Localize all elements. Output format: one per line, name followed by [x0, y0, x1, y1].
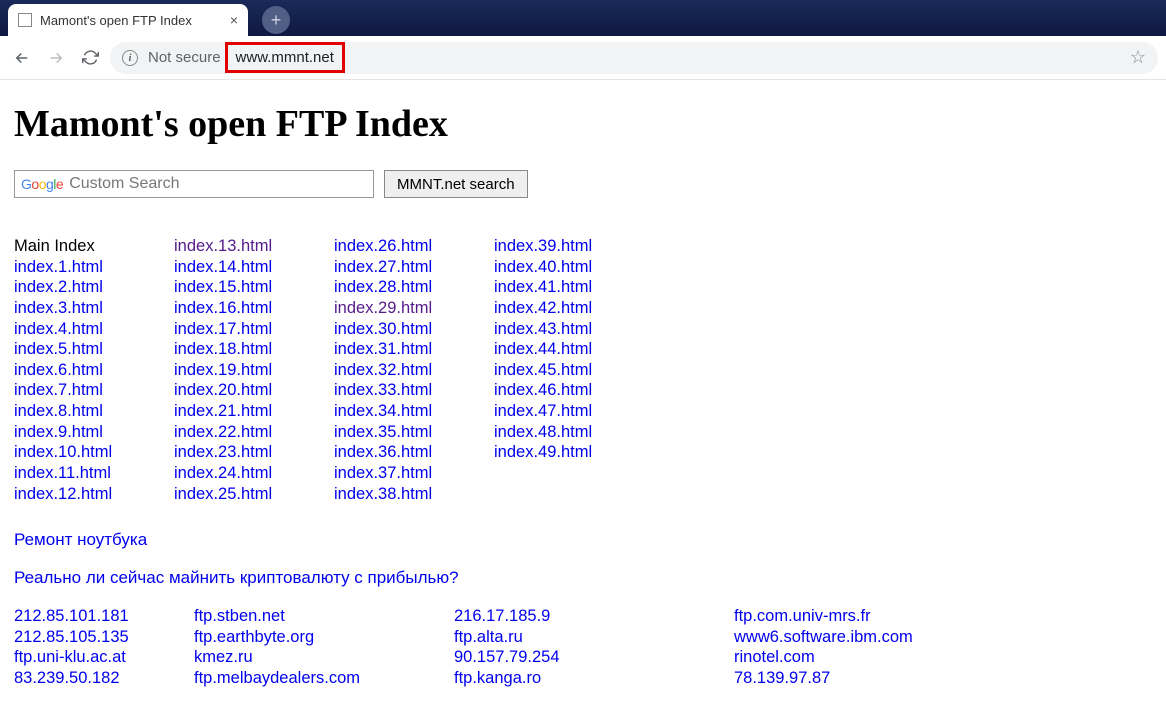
index-link[interactable]: index.13.html [174, 237, 272, 255]
index-link[interactable]: index.18.html [174, 340, 272, 358]
index-link[interactable]: index.10.html [14, 443, 112, 461]
index-link[interactable]: index.29.html [334, 299, 432, 317]
document-icon [18, 13, 32, 27]
browser-toolbar: i Not secure www.mmnt.net ☆ [0, 36, 1166, 80]
ftp-link[interactable]: 212.85.105.135 [14, 628, 129, 646]
ftp-link[interactable]: 212.85.101.181 [14, 607, 129, 625]
ftp-link[interactable]: rinotel.com [734, 648, 815, 666]
index-link[interactable]: index.16.html [174, 299, 272, 317]
google-logo-icon: Google [21, 176, 63, 192]
browser-tab-strip: Mamont's open FTP Index × + [0, 0, 1166, 36]
index-link[interactable]: index.9.html [14, 423, 103, 441]
ftp-link[interactable]: ftp.com.univ-mrs.fr [734, 607, 871, 625]
ftp-link[interactable]: ftp.uni-klu.ac.at [14, 648, 126, 666]
index-link[interactable]: index.49.html [494, 443, 592, 461]
index-link[interactable]: index.20.html [174, 381, 272, 399]
reload-button[interactable] [76, 44, 104, 72]
index-link[interactable]: index.17.html [174, 320, 272, 338]
index-link[interactable]: index.21.html [174, 402, 272, 420]
active-tab[interactable]: Mamont's open FTP Index × [8, 4, 248, 36]
index-link[interactable]: index.27.html [334, 258, 432, 276]
ftp-link[interactable]: ftp.alta.ru [454, 628, 523, 646]
index-link[interactable]: index.3.html [14, 299, 103, 317]
index-link[interactable]: index.23.html [174, 443, 272, 461]
index-link[interactable]: index.38.html [334, 485, 432, 503]
ftp-link[interactable]: 216.17.185.9 [454, 607, 550, 625]
ftp-link[interactable]: kmez.ru [194, 648, 253, 666]
index-link[interactable]: index.32.html [334, 361, 432, 379]
page-content: Mamont's open FTP Index Google Custom Se… [0, 80, 1166, 689]
search-placeholder: Custom Search [69, 175, 179, 193]
ftp-link[interactable]: ftp.kanga.ro [454, 669, 541, 687]
ftp-link[interactable]: 78.139.97.87 [734, 669, 830, 687]
ftp-link[interactable]: www6.software.ibm.com [734, 628, 913, 646]
index-link[interactable]: index.1.html [14, 258, 103, 276]
index-link[interactable]: index.43.html [494, 320, 592, 338]
index-link[interactable]: index.6.html [14, 361, 103, 379]
index-link[interactable]: index.8.html [14, 402, 103, 420]
ftp-link[interactable]: 83.239.50.182 [14, 669, 120, 687]
index-link[interactable]: index.41.html [494, 278, 592, 296]
index-link[interactable]: index.47.html [494, 402, 592, 420]
external-link-notebook[interactable]: Ремонт ноутбука [14, 530, 1152, 550]
index-link[interactable]: index.42.html [494, 299, 592, 317]
bookmark-star-icon[interactable]: ☆ [1130, 47, 1146, 68]
url-text: www.mmnt.net [225, 42, 345, 73]
search-button[interactable]: MMNT.net search [384, 170, 528, 198]
custom-search-input[interactable]: Google Custom Search [14, 170, 374, 198]
index-link[interactable]: index.12.html [14, 485, 112, 503]
index-link[interactable]: index.44.html [494, 340, 592, 358]
index-link[interactable]: index.2.html [14, 278, 103, 296]
index-link[interactable]: index.33.html [334, 381, 432, 399]
index-link[interactable]: index.37.html [334, 464, 432, 482]
tab-title: Mamont's open FTP Index [40, 13, 192, 28]
index-link[interactable]: index.31.html [334, 340, 432, 358]
index-link[interactable]: index.30.html [334, 320, 432, 338]
index-link[interactable]: index.7.html [14, 381, 103, 399]
index-link[interactable]: index.46.html [494, 381, 592, 399]
ftp-link[interactable]: ftp.stben.net [194, 607, 285, 625]
index-link[interactable]: index.11.html [14, 464, 111, 482]
new-tab-button[interactable]: + [262, 6, 290, 34]
index-link[interactable]: index.40.html [494, 258, 592, 276]
external-link-crypto[interactable]: Реально ли сейчас майнить криптовалюту с… [14, 568, 1152, 588]
ftp-servers-grid: 212.85.101.181 212.85.105.135 ftp.uni-kl… [14, 606, 1152, 689]
index-link[interactable]: index.15.html [174, 278, 272, 296]
close-icon[interactable]: × [230, 12, 238, 28]
index-link[interactable]: index.22.html [174, 423, 272, 441]
ftp-link[interactable]: 90.157.79.254 [454, 648, 560, 666]
index-link[interactable]: index.39.html [494, 237, 592, 255]
index-link[interactable]: index.19.html [174, 361, 272, 379]
security-status: Not secure [148, 49, 221, 66]
address-bar[interactable]: i Not secure www.mmnt.net ☆ [110, 42, 1158, 74]
index-link[interactable]: index.24.html [174, 464, 272, 482]
index-link[interactable]: index.4.html [14, 320, 103, 338]
index-link[interactable]: index.26.html [334, 237, 432, 255]
index-link[interactable]: index.35.html [334, 423, 432, 441]
index-link: Main Index [14, 237, 95, 255]
index-link[interactable]: index.48.html [494, 423, 592, 441]
index-link[interactable]: index.14.html [174, 258, 272, 276]
index-link[interactable]: index.25.html [174, 485, 272, 503]
index-link[interactable]: index.36.html [334, 443, 432, 461]
page-title: Mamont's open FTP Index [14, 102, 1152, 146]
index-link[interactable]: index.28.html [334, 278, 432, 296]
back-button[interactable] [8, 44, 36, 72]
ftp-link[interactable]: ftp.earthbyte.org [194, 628, 314, 646]
info-icon[interactable]: i [122, 50, 138, 66]
index-links-grid: Main Index index.1.html index.2.html ind… [14, 236, 1152, 504]
index-link[interactable]: index.5.html [14, 340, 103, 358]
ftp-link[interactable]: ftp.melbaydealers.com [194, 669, 360, 687]
index-link[interactable]: index.34.html [334, 402, 432, 420]
index-link[interactable]: index.45.html [494, 361, 592, 379]
forward-button[interactable] [42, 44, 70, 72]
